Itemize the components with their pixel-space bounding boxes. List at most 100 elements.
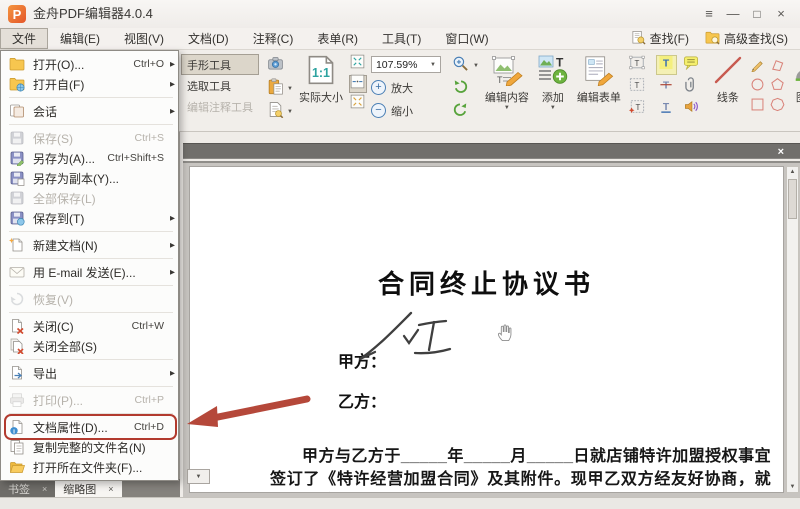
typewriter-button[interactable]: T — [627, 99, 648, 119]
add-button[interactable]: T 添加 ▼ — [533, 50, 573, 131]
menubar-item-view[interactable]: 视图(V) — [112, 28, 176, 49]
pdf-page[interactable]: 合同终止协议书 甲方： 乙方： 甲方与乙方于_____年_____月_____日… — [189, 166, 784, 493]
fit-width-icon — [350, 74, 365, 94]
edit-form-button[interactable]: 编辑表单 — [573, 50, 625, 131]
sidebar-tab-缩略图[interactable]: 缩略图 × — [55, 479, 122, 498]
menu-item-export[interactable]: 导出 ▶ — [1, 363, 178, 383]
underline-button[interactable]: T — [656, 99, 677, 119]
sidebar-tab-书签[interactable]: 书签 × — [0, 479, 56, 498]
pentagon-button[interactable] — [768, 77, 787, 96]
menubar-item-edit[interactable]: 编辑(E) — [48, 28, 112, 49]
fit-visible-button[interactable] — [349, 94, 367, 113]
menubar-item-comment[interactable]: 注释(C) — [241, 28, 306, 49]
submenu-arrow-icon: ▶ — [170, 81, 175, 88]
document-close-icon[interactable]: × — [778, 145, 784, 159]
menubar-item-file[interactable]: 文件 — [0, 28, 49, 49]
menubar-item-tools[interactable]: 工具(T) — [370, 28, 433, 49]
stamp-button[interactable]: 图章 ▼ — [787, 50, 800, 131]
stamp-icon — [791, 54, 800, 89]
closeall-icon — [8, 338, 25, 355]
tab-close-icon[interactable]: × — [42, 484, 47, 494]
select-tool-button[interactable]: 选取工具 — [181, 75, 259, 96]
submenu-arrow-icon: ▶ — [170, 269, 175, 276]
sound-button[interactable] — [681, 99, 702, 119]
paste-button[interactable] — [263, 77, 287, 100]
advanced-find-button[interactable]: 高级查找(S) — [699, 29, 794, 49]
menubar-item-window[interactable]: 窗口(W) — [433, 28, 500, 49]
line-tool-button[interactable]: 线条 — [708, 50, 748, 131]
panel-scroll-down-icon[interactable]: ▼ — [187, 469, 210, 484]
sticky-note-button[interactable] — [681, 55, 702, 75]
document-heading: 合同终止协议书 — [377, 269, 595, 299]
scrollbar-thumb[interactable] — [788, 179, 797, 219]
rotate-ccw-button[interactable] — [449, 77, 473, 100]
caret-down-icon[interactable]: ▼ — [473, 63, 479, 69]
clipboard-icon — [267, 78, 284, 100]
menu-item-save-as[interactable]: 另存为(A)... Ctrl+Shift+S — [1, 148, 178, 168]
zoom-level-select[interactable]: 107.59% ▼ — [370, 56, 441, 73]
menubar-item-form[interactable]: 表单(R) — [305, 28, 370, 49]
polyline-icon — [770, 57, 785, 77]
vertical-scrollbar[interactable]: ▲ ▼ — [786, 166, 799, 493]
scroll-up-icon[interactable]: ▲ — [787, 169, 798, 175]
zoom-in-button[interactable]: + 放大 — [370, 76, 441, 99]
highlight-text-button[interactable]: T — [655, 55, 677, 75]
menubar-item-document[interactable]: 文档(D) — [176, 28, 241, 49]
window-menu-icon[interactable]: ≡ — [696, 0, 722, 28]
menu-item-open-folder[interactable]: 打开所在文件夹(F)... — [1, 457, 178, 477]
polygon-button[interactable] — [768, 97, 787, 116]
menu-item-save-to[interactable]: 保存到(T) ▶ — [1, 208, 178, 228]
capture-group: ▼ ▼ — [261, 50, 295, 131]
strikethrough-button[interactable]: T — [656, 77, 677, 97]
polygon-line-button[interactable] — [768, 57, 787, 76]
text-field-button[interactable]: T — [627, 55, 648, 75]
menu-item-save-copy[interactable]: 另存为副本(Y)... — [1, 168, 178, 188]
title-bar: P 金舟PDF编辑器4.0.4 ≡ — □ × — [0, 0, 800, 28]
text-box-button[interactable]: T — [627, 77, 648, 97]
window-title: 金舟PDF编辑器4.0.4 — [33, 6, 153, 21]
menu-item-close-all[interactable]: 关闭全部(S) — [1, 336, 178, 356]
edit-content-button[interactable]: T 编辑内容 ▼ — [481, 50, 533, 131]
scroll-down-icon[interactable]: ▼ — [787, 484, 798, 490]
menu-item-open-from[interactable]: 打开自(F) ▶ — [1, 74, 178, 94]
zoom-out-button[interactable]: − 缩小 — [370, 99, 441, 122]
fit-page-button[interactable] — [349, 54, 367, 73]
rotate-cw-icon — [452, 101, 469, 123]
caret-down-icon[interactable]: ▼ — [287, 86, 293, 92]
menu-item-label: 文档属性(D)... — [33, 420, 108, 435]
menu-item-shortcut: Ctrl+W — [131, 320, 164, 332]
close-button[interactable]: × — [768, 0, 794, 28]
maximize-button[interactable]: □ — [744, 0, 770, 28]
menu-item-close[interactable]: 关闭(C) Ctrl+W — [1, 316, 178, 336]
zoom-group: 107.59% ▼ + 放大 − 缩小 — [369, 50, 443, 131]
newdoc-icon — [8, 237, 25, 254]
menu-item-doc-properties[interactable]: i 文档属性(D)... Ctrl+D — [1, 414, 178, 440]
minimize-button[interactable]: — — [720, 0, 746, 28]
menu-item-email-send[interactable]: 用 E-mail 发送(E)... ▶ — [1, 262, 178, 282]
doc-search-button[interactable] — [263, 100, 287, 123]
zoom-in-icon: + — [370, 80, 386, 95]
tab-close-icon[interactable]: × — [108, 484, 113, 494]
rectangle-button[interactable] — [748, 97, 767, 116]
actual-size-button[interactable]: 1:1 实际大小 — [295, 50, 347, 131]
snapshot-button[interactable] — [263, 54, 287, 77]
ellipse-button[interactable] — [748, 77, 767, 96]
attachment-button[interactable] — [681, 77, 702, 97]
menu-item-session[interactable]: 会话 ▶ — [1, 101, 178, 121]
find-button[interactable]: 查找(F) — [625, 29, 695, 49]
menu-item-open[interactable]: 打开(O)... Ctrl+O ▶ — [1, 54, 178, 74]
hand-tool-button[interactable]: 手形工具 — [181, 54, 259, 75]
document-viewer[interactable]: 合同终止协议书 甲方： 乙方： 甲方与乙方于_____年_____月_____日… — [183, 161, 800, 497]
rotate-cw-button[interactable] — [449, 100, 473, 123]
edit-content-icon: T — [491, 54, 523, 89]
menu-item-new-doc[interactable]: 新建文档(N) ▶ — [1, 235, 178, 255]
session-icon — [8, 103, 25, 120]
handwritten-signature — [358, 311, 452, 361]
menu-item-copy-filename[interactable]: 复制完整的文件名(N) — [1, 437, 178, 457]
pencil-icon — [750, 57, 765, 77]
pencil-tool-button[interactable] — [748, 57, 767, 76]
fit-width-button[interactable] — [348, 74, 367, 94]
caret-down-icon[interactable]: ▼ — [287, 109, 293, 115]
party-b-label: 乙方： — [338, 394, 387, 411]
marquee-zoom-button[interactable] — [449, 54, 473, 77]
